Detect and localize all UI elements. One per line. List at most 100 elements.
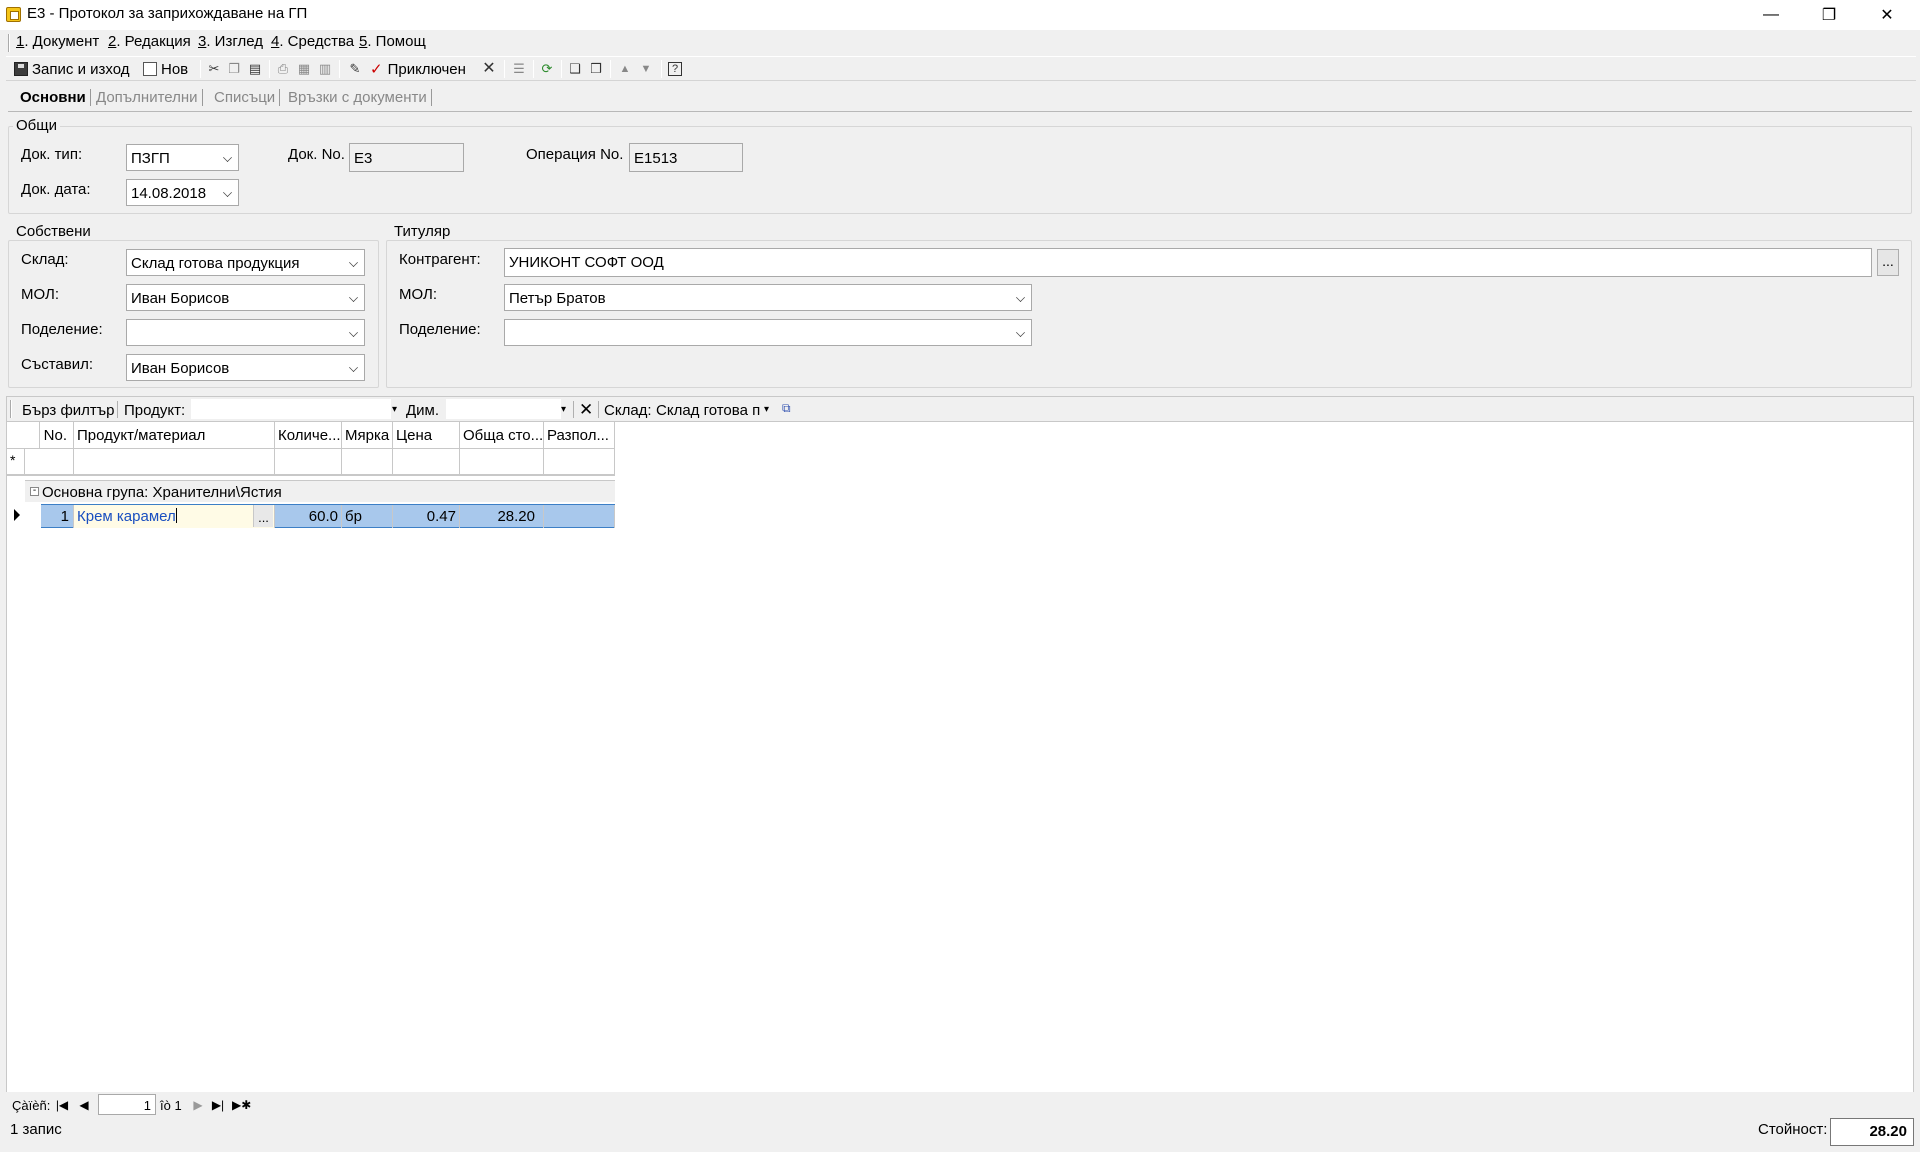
cell-total[interactable]: 28.20 bbox=[460, 505, 544, 528]
new-row[interactable]: * bbox=[7, 449, 615, 476]
column-header-price[interactable]: Цена bbox=[393, 422, 460, 449]
prev-record-button[interactable]: ◀ bbox=[76, 1096, 92, 1114]
product-browse-button[interactable]: ... bbox=[253, 505, 273, 527]
new-button[interactable]: Нов bbox=[143, 59, 188, 79]
duplicate-icon[interactable]: ❒ bbox=[589, 62, 603, 76]
chevron-down-icon[interactable]: ▾ bbox=[392, 404, 397, 415]
minimize-button[interactable]: — bbox=[1742, 0, 1800, 30]
cell-product[interactable]: Крем карамел bbox=[74, 505, 275, 528]
cancel-icon[interactable]: ✕ bbox=[482, 61, 496, 77]
clear-filter-button[interactable]: ✕ bbox=[579, 400, 593, 420]
author-label: Съставил: bbox=[21, 356, 94, 373]
cell-available[interactable] bbox=[544, 505, 615, 528]
column-header-available[interactable]: Разпол... bbox=[544, 422, 615, 449]
tab-additional[interactable]: Допълнителни bbox=[92, 89, 203, 106]
current-record-input[interactable]: 1 bbox=[98, 1094, 156, 1115]
tab-main[interactable]: Основни bbox=[16, 89, 91, 106]
contractor-label: Контрагент: bbox=[399, 251, 481, 268]
warehouse-label: Склад: bbox=[21, 251, 69, 268]
doc-date-picker[interactable]: 14.08.2018 bbox=[126, 179, 239, 206]
record-count-status: 1 запис bbox=[10, 1121, 62, 1138]
new-row-marker: * bbox=[7, 449, 25, 474]
column-header-no[interactable]: No. bbox=[40, 422, 74, 449]
paste-icon[interactable]: ▤ bbox=[248, 62, 262, 76]
new-record-button[interactable]: ▶✱ bbox=[232, 1096, 251, 1114]
own-legend: Собствени bbox=[13, 223, 94, 240]
collapse-group-toggle[interactable]: - bbox=[30, 486, 39, 496]
filter-product-input[interactable] bbox=[191, 399, 391, 419]
list-icon[interactable]: ☰ bbox=[512, 62, 526, 76]
quick-filter-label: Бърз филтър bbox=[22, 402, 115, 419]
column-header-unit[interactable]: Мярка bbox=[342, 422, 393, 449]
filter-dim-input[interactable] bbox=[446, 399, 561, 419]
apply-filter-icon[interactable]: ⧉ bbox=[782, 401, 791, 416]
column-header-product[interactable]: Продукт/материал bbox=[74, 422, 275, 449]
chevron-down-icon[interactable]: ▾ bbox=[764, 404, 769, 415]
closed-button[interactable]: ✓ Приключен bbox=[370, 59, 466, 79]
menu-tools[interactable]: 4. Средства bbox=[271, 33, 354, 50]
row-indicator bbox=[7, 504, 25, 526]
filter-warehouse-label: Склад: bbox=[604, 402, 652, 419]
group-label: Основна група: Хранителни\Ястия bbox=[42, 484, 282, 501]
add-copy-icon[interactable]: ❑ bbox=[568, 62, 582, 76]
contractor-browse-button[interactable]: ... bbox=[1877, 249, 1899, 276]
help-icon[interactable]: ? bbox=[668, 62, 682, 76]
edit-document-icon[interactable]: ✎ bbox=[348, 62, 362, 76]
arrow-up-icon[interactable]: ▲ bbox=[618, 62, 632, 76]
first-record-button[interactable]: |◀ bbox=[54, 1096, 70, 1114]
next-record-button[interactable]: ▶ bbox=[190, 1096, 206, 1114]
contractor-field[interactable]: УНИКОНТ СОФТ ООД bbox=[504, 248, 1872, 277]
group-row[interactable]: - Основна група: Хранителни\Ястия bbox=[25, 480, 615, 502]
author-select[interactable]: Иван Борисов bbox=[126, 354, 365, 381]
column-header-total[interactable]: Обща сто... bbox=[460, 422, 544, 449]
division-label: Поделение: bbox=[21, 321, 103, 338]
operation-no-field[interactable]: Е1513 bbox=[629, 143, 743, 172]
chevron-down-icon bbox=[349, 258, 358, 267]
record-count-label: îò 1 bbox=[160, 1098, 182, 1113]
general-legend: Общи bbox=[13, 117, 60, 134]
current-row-arrow-icon bbox=[14, 509, 20, 521]
cell-unit[interactable]: бр bbox=[342, 505, 393, 528]
print-preview-icon[interactable]: ▦ bbox=[297, 62, 311, 76]
doc-type-label: Док. тип: bbox=[21, 146, 83, 163]
mol-select[interactable]: Иван Борисов bbox=[126, 284, 365, 311]
items-grid: No. Продукт/материал Количе... Мярка Цен… bbox=[6, 422, 1914, 1092]
tab-strip: Основни Допълнителни Списъци Връзки с до… bbox=[8, 86, 1912, 112]
cell-no: 1 bbox=[41, 505, 74, 528]
chevron-down-icon[interactable]: ▾ bbox=[561, 404, 566, 415]
doc-date-label: Док. дата: bbox=[21, 181, 91, 198]
refresh-icon[interactable]: ⟳ bbox=[540, 62, 554, 76]
tab-lists[interactable]: Списъци bbox=[210, 89, 281, 106]
print-icon[interactable]: ⎙ bbox=[276, 62, 290, 76]
total-value-label: Стойност: bbox=[1758, 1121, 1828, 1138]
export-icon[interactable]: ▥ bbox=[318, 62, 332, 76]
close-button[interactable]: ✕ bbox=[1858, 0, 1916, 30]
menu-view[interactable]: 3. Изглед bbox=[198, 33, 263, 50]
tab-document-links[interactable]: Връзки с документи bbox=[284, 89, 432, 106]
menu-edit[interactable]: 2. Редакция bbox=[108, 33, 191, 50]
cut-icon[interactable]: ✂ bbox=[207, 62, 221, 76]
cell-quantity[interactable]: 60.0 bbox=[275, 505, 342, 528]
column-header-quantity[interactable]: Количе... bbox=[275, 422, 342, 449]
menu-document[interactable]: 1. Документ bbox=[16, 33, 99, 50]
restore-button[interactable]: ❐ bbox=[1800, 0, 1858, 30]
copy-icon[interactable]: ❐ bbox=[227, 62, 241, 76]
total-value-field: 28.20 bbox=[1830, 1118, 1914, 1146]
holder-division-select[interactable] bbox=[504, 319, 1032, 346]
window-title: Е3 - Протокол за заприхождаване на ГП bbox=[27, 5, 308, 22]
last-record-button[interactable]: ▶| bbox=[210, 1096, 226, 1114]
table-row[interactable]: 1 Крем карамел ... 60.0 бр 0.47 28.20 bbox=[41, 504, 615, 528]
cell-price[interactable]: 0.47 bbox=[393, 505, 460, 528]
holder-mol-select[interactable]: Петър Братов bbox=[504, 284, 1032, 311]
filter-dim-label: Дим. bbox=[406, 402, 440, 419]
doc-no-field[interactable]: Е3 bbox=[349, 143, 464, 172]
save-exit-button[interactable]: Запис и изход bbox=[14, 59, 129, 79]
arrow-down-icon[interactable]: ▼ bbox=[639, 62, 653, 76]
general-group bbox=[8, 126, 1912, 214]
warehouse-select[interactable]: Склад готова продукция bbox=[126, 249, 365, 276]
operation-no-label: Операция No. bbox=[526, 146, 624, 163]
filter-warehouse-value[interactable]: Склад готова пр bbox=[656, 402, 760, 419]
division-select[interactable] bbox=[126, 319, 365, 346]
doc-type-select[interactable]: ПЗГП bbox=[126, 144, 239, 171]
menu-help[interactable]: 5. Помощ bbox=[359, 33, 426, 50]
